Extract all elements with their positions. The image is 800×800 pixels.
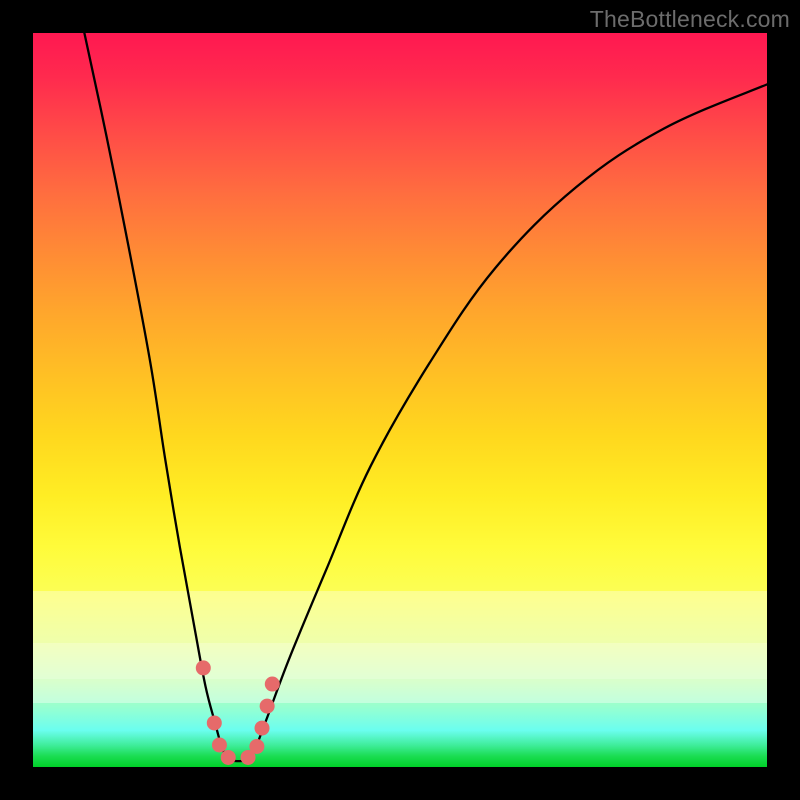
dot-right-low (249, 739, 264, 754)
curve-right-curve (257, 84, 767, 745)
dot-right-mid1 (255, 721, 270, 736)
dot-left-mid (207, 715, 222, 730)
curve-left-curve (84, 33, 221, 745)
watermark-text: TheBottleneck.com (590, 6, 790, 33)
dot-left-low (212, 737, 227, 752)
dot-left-upper (196, 660, 211, 675)
plot-area (33, 33, 767, 767)
dot-right-mid2 (260, 699, 275, 714)
chart-frame: TheBottleneck.com (0, 0, 800, 800)
dot-floor-left (221, 750, 236, 765)
curves-svg (33, 33, 767, 767)
dot-right-upper (265, 677, 280, 692)
